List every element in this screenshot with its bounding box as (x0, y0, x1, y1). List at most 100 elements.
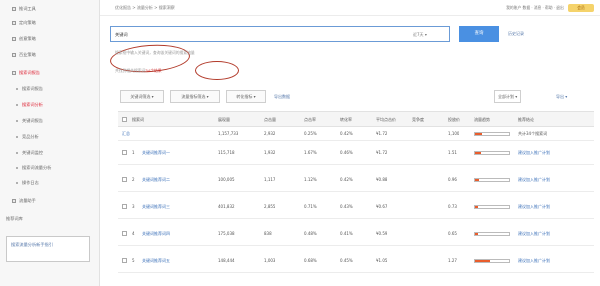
sidebar-item[interactable]: 关键词监控 (16, 148, 43, 158)
sidebar-item[interactable]: 流量助手 (12, 196, 36, 206)
sidebar-item[interactable]: 搜索词分析 (16, 100, 43, 110)
sidebar-item[interactable]: 推荐词库 (6, 214, 23, 224)
sidebar-item-label: 百业策略 (19, 52, 36, 57)
search-term-link[interactable]: 关键词推荐词五 (142, 249, 170, 272)
column-header[interactable]: 搜索词 (132, 112, 144, 126)
trend-bar-fill (475, 260, 491, 262)
search-button[interactable]: 查询 (459, 26, 499, 42)
member-badge[interactable]: 会员 (568, 4, 594, 12)
sidebar-item-label: 流量助手 (19, 198, 36, 203)
sidebar-item[interactable]: 百业策略 (12, 50, 36, 60)
sidebar-item[interactable]: 关键词报告 (16, 116, 43, 126)
table-cell: 0.68% (304, 258, 317, 263)
sidebar-item[interactable]: 定向策略 (12, 18, 36, 28)
row-checkbox[interactable] (122, 177, 127, 182)
date-range-select[interactable]: 近7天 ▾ (413, 32, 427, 38)
column-header[interactable]: 投放价 (448, 112, 460, 126)
search-input[interactable] (115, 30, 405, 40)
table-cell: 0.43% (340, 204, 353, 209)
sidebar-item-label: 搜索词报告 (22, 86, 43, 91)
column-header[interactable]: 点击量 (264, 112, 276, 126)
result-hint: 共找到相关搜索词34个结果 (115, 68, 162, 74)
column-header[interactable]: 流量趋势 (474, 112, 490, 126)
row-index: 5 (132, 258, 135, 263)
column-header[interactable]: 展现量 (218, 112, 230, 126)
table-cell: 1.51 (448, 150, 457, 155)
sidebar-item[interactable]: 搜索词报告 (16, 84, 43, 94)
table-cell: 1,932 (264, 150, 276, 155)
table-cell: 175,038 (218, 231, 235, 236)
history-link[interactable]: 历史记录 (508, 31, 524, 37)
export-link[interactable]: 导出 ▾ (556, 90, 567, 103)
sidebar-item-label: 推词工具 (19, 6, 36, 11)
search-term-link[interactable]: 关键词推荐词三 (142, 195, 170, 218)
search-term-link[interactable]: 关键词推荐词四 (142, 222, 170, 245)
recommendation-link[interactable]: 建议加入推广计划 (518, 141, 550, 164)
result-count[interactable]: 34个结果 (145, 68, 161, 73)
column-header[interactable]: 转化率 (340, 112, 352, 126)
guide-box[interactable]: 搜索流量分析新手指引 (6, 236, 90, 262)
sidebar-item[interactable]: 竞品分析 (16, 132, 39, 142)
breadcrumb: 优化报告 > 流量分析 > 搜索洞察 (115, 5, 175, 10)
bullet-dot-icon (16, 167, 18, 169)
table-row: 4 关键词推荐词四 175,038 838 0.48% 0.41% ¥0.59 0.65 建议加… (118, 222, 594, 246)
row-checkbox[interactable] (122, 231, 127, 236)
sidebar-item[interactable]: 操作日志 (16, 178, 39, 188)
row-checkbox[interactable] (122, 258, 127, 263)
sidebar-item-label: 创意策略 (19, 36, 36, 41)
table-cell: 838 (264, 231, 272, 236)
sidebar-item[interactable]: 搜索词流量分析 (16, 163, 51, 173)
top-links-text[interactable]: 我的账户 数据 · 消息 · 帮助 · 退出 (506, 5, 564, 10)
bullet-dot-icon (16, 136, 18, 138)
result-annotation-circle (195, 61, 239, 80)
bullet-dot-icon (16, 104, 18, 106)
sidebar-item[interactable]: 创意策略 (12, 34, 36, 44)
top-bar: 优化报告 > 流量分析 > 搜索洞察 我的账户 数据 · 消息 · 帮助 · 退… (100, 0, 600, 16)
top-links[interactable]: 我的账户 数据 · 消息 · 帮助 · 退出 会员 (506, 4, 594, 12)
row-index: 3 (132, 204, 135, 209)
conversion-filter-button[interactable]: 转化指标 ▾ (226, 90, 266, 103)
search-term-link[interactable]: 关键词推荐词一 (142, 141, 170, 164)
recommendation-link[interactable]: 建议加入推广计划 (518, 249, 550, 272)
total-cell: 1,157,733 (218, 131, 239, 136)
export-data-link[interactable]: 导出数据 (274, 90, 290, 103)
select-all-checkbox[interactable] (122, 117, 127, 122)
sidebar-item-label: 关键词监控 (22, 150, 43, 155)
table-cell: ¥1.72 (376, 150, 388, 155)
bullet-dot-icon (16, 88, 18, 90)
column-header[interactable]: 推荐结论 (518, 112, 534, 126)
expand-box-icon (12, 199, 16, 203)
recommendation-link[interactable]: 建议加入推广计划 (518, 168, 550, 191)
filter-bar: 关键词筛选 ▾ 流量指标筛选 ▾ 转化指标 ▾ 导出数据 全部计划 ▾ 导出 ▾ (120, 90, 590, 106)
row-checkbox[interactable] (122, 150, 127, 155)
table-row: 5 关键词推荐词五 148,444 1,003 0.68% 0.45% ¥1.05 1.27 建… (118, 249, 594, 273)
table-row: 2 关键词推荐词二 100,005 1,117 1.12% 0.42% ¥0.88 0.96 建… (118, 168, 594, 192)
keyword-filter-button[interactable]: 关键词筛选 ▾ (120, 90, 164, 103)
table-cell: 0.42% (340, 177, 353, 182)
trend-bar-fill (475, 179, 480, 181)
sidebar: 推词工具 定向策略 创意策略 百业策略 搜索词报告 搜索词报告 搜索词分析 关键词报告 竞品分析… (0, 0, 100, 286)
table-cell: 0.48% (304, 231, 317, 236)
total-cell: 2,932 (264, 131, 276, 136)
search-term-link[interactable]: 关键词推荐词二 (142, 168, 170, 191)
plan-select[interactable]: 全部计划 ▾ (494, 90, 522, 103)
table-cell: 1,003 (264, 258, 276, 263)
column-header[interactable]: 竞争度 (412, 112, 424, 126)
table-row: 3 关键词推荐词三 401,832 2,855 0.71% 0.43% ¥0.67 0.73 建… (118, 195, 594, 219)
traffic-filter-button[interactable]: 流量指标筛选 ▾ (170, 90, 220, 103)
trend-bar (474, 151, 510, 155)
sidebar-item-label: 定向策略 (19, 20, 36, 25)
recommendation-link[interactable]: 建议加入推广计划 (518, 195, 550, 218)
table-cell: ¥1.05 (376, 258, 388, 263)
sidebar-item-label: 竞品分析 (22, 134, 39, 139)
table-cell: 0.46% (340, 150, 353, 155)
search-box[interactable]: 近7天 ▾ (110, 26, 450, 42)
bullet-dot-icon (16, 152, 18, 154)
recommendation-link[interactable]: 建议加入推广计划 (518, 222, 550, 245)
column-header[interactable]: 点击率 (304, 112, 316, 126)
column-header[interactable]: 平均点击价 (376, 112, 396, 126)
sidebar-item[interactable]: 推词工具 (12, 4, 36, 14)
sidebar-item[interactable]: 搜索词报告 (12, 68, 40, 78)
row-index: 4 (132, 231, 135, 236)
row-checkbox[interactable] (122, 204, 127, 209)
